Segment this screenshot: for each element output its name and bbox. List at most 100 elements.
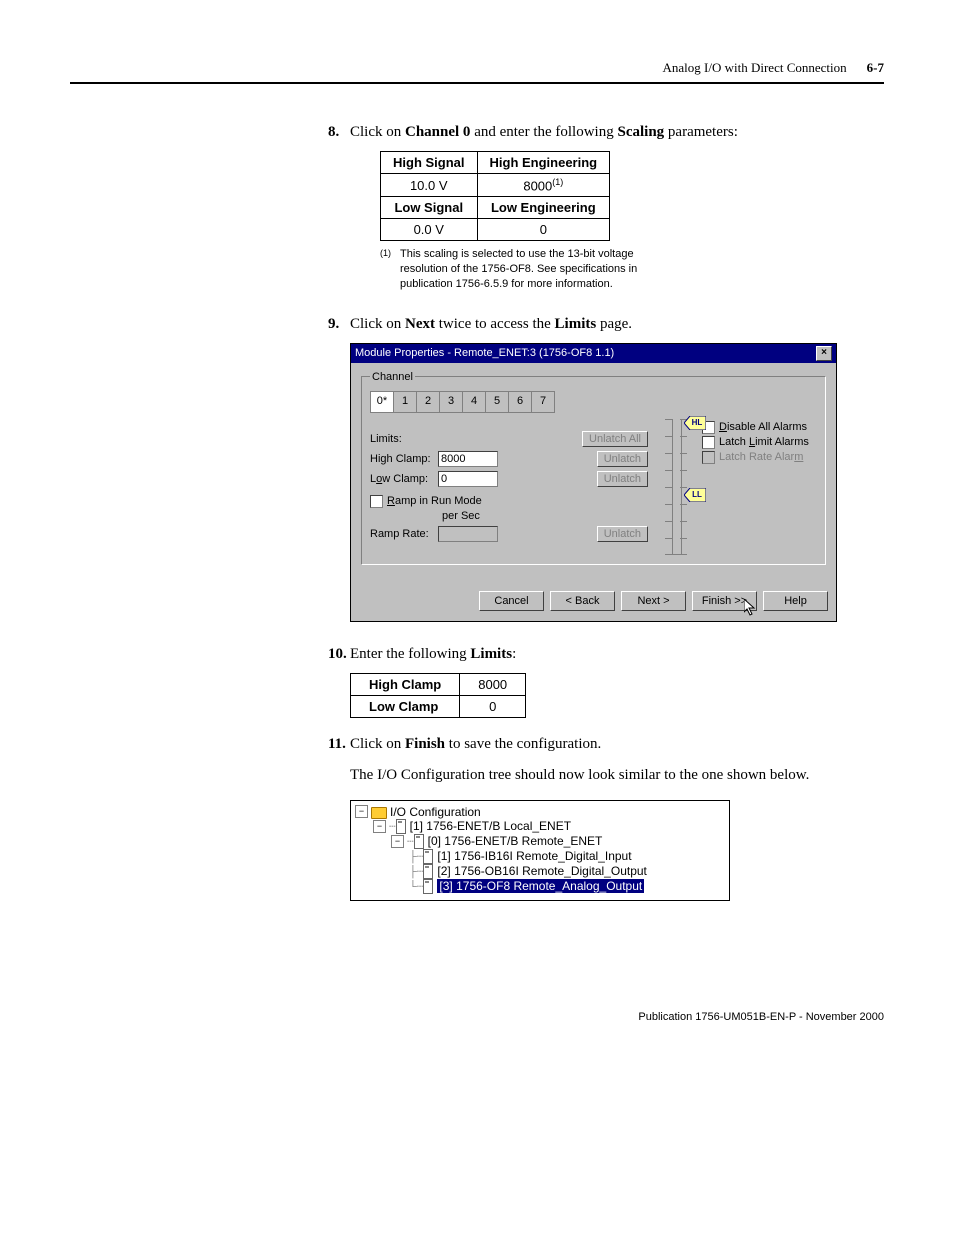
tree-connector-icon: ┄: [389, 820, 396, 833]
tree-node-remote-enet[interactable]: − ┄ [0] 1756-ENET/B Remote_ENET: [355, 834, 725, 849]
content: 8. Click on Channel 0 and enter the foll…: [350, 124, 884, 901]
td-low-signal: 0.0 V: [381, 219, 478, 241]
th-low-clamp: Low Clamp: [351, 695, 460, 717]
tree-root[interactable]: − I/O Configuration: [355, 805, 725, 819]
header-title: Analog I/O with Direct Connection: [663, 60, 847, 76]
channel-tab-6[interactable]: 6: [509, 392, 532, 412]
scaling-table: High Signal High Engineering 10.0 V 8000…: [380, 151, 610, 241]
module-icon: [396, 819, 406, 834]
limits-table: High Clamp 8000 Low Clamp 0: [350, 673, 526, 718]
close-icon[interactable]: ×: [816, 346, 832, 361]
unlatch-all-button[interactable]: Unlatch All: [582, 431, 648, 447]
next-button[interactable]: Next >: [621, 591, 686, 611]
checkbox-icon: [370, 495, 383, 508]
low-clamp-input[interactable]: [438, 471, 498, 487]
folder-icon: [371, 807, 387, 819]
per-sec-label: per Sec: [442, 510, 648, 522]
back-button[interactable]: < Back: [550, 591, 615, 611]
channel-tab-5[interactable]: 5: [486, 392, 509, 412]
module-icon: [423, 849, 433, 864]
dialog-screenshot: Module Properties - Remote_ENET:3 (1756-…: [350, 343, 884, 622]
footnote-num: (1): [380, 247, 400, 292]
module-icon: [423, 879, 433, 894]
td-low-clamp-val: 0: [460, 695, 526, 717]
td-high-signal: 10.0 V: [381, 174, 478, 197]
td-low-eng: 0: [477, 219, 610, 241]
io-config-tree: − I/O Configuration − ┄ [1] 1756-ENET/B …: [350, 800, 730, 901]
ll-marker[interactable]: LL: [686, 489, 704, 501]
footnote: (1) This scaling is selected to use the …: [380, 247, 650, 292]
channel-tabs-row: 0* 1 2 3 4 5 6 7: [370, 391, 817, 413]
finish-button[interactable]: Finish >>: [692, 591, 757, 611]
unlatch-button-rate[interactable]: Unlatch: [597, 526, 648, 542]
limits-left: Limits: Unlatch All High Clamp: Unlatch: [370, 419, 648, 554]
tree-node-digital-input[interactable]: ├┄ [1] 1756-IB16I Remote_Digital_Input: [355, 849, 725, 864]
tree-node-local-enet[interactable]: − ┄ [1] 1756-ENET/B Local_ENET: [355, 819, 725, 834]
tree-connector-icon: └┄: [409, 880, 423, 893]
step-9: 9. Click on Next twice to access the Lim…: [328, 316, 884, 333]
limits-area: Limits: Unlatch All High Clamp: Unlatch: [370, 419, 817, 554]
dialog-title: Module Properties - Remote_ENET:3 (1756-…: [355, 347, 614, 359]
td-high-clamp-val: 8000: [460, 673, 526, 695]
step-text: Click on Finish to save the configuratio…: [350, 736, 884, 753]
unlatch-button-high[interactable]: Unlatch: [597, 451, 648, 467]
channel-tab-4[interactable]: 4: [463, 392, 486, 412]
page-header: Analog I/O with Direct Connection 6-7: [70, 60, 884, 84]
footnote-text: This scaling is selected to use the 13-b…: [400, 247, 650, 292]
th-high-clamp: High Clamp: [351, 673, 460, 695]
step-number: 11.: [328, 736, 350, 753]
footer: Publication 1756-UM051B-EN-P - November …: [70, 1011, 884, 1023]
checkbox-icon: [702, 436, 715, 449]
step-number: 10.: [328, 646, 350, 663]
unlatch-button-low[interactable]: Unlatch: [597, 471, 648, 487]
step-number: 8.: [328, 124, 350, 141]
channel-tab-3[interactable]: 3: [440, 392, 463, 412]
step-10: 10. Enter the following Limits:: [328, 646, 884, 663]
step-number: 9.: [328, 316, 350, 333]
module-properties-dialog: Module Properties - Remote_ENET:3 (1756-…: [350, 343, 837, 622]
hl-marker[interactable]: HL: [686, 417, 704, 429]
alarm-column: Disable All Alarms Latch Limit Alarms La…: [702, 419, 817, 554]
limits-label: Limits:: [370, 433, 438, 445]
channel-group: Channel 0* 1 2 3 4 5 6 7: [361, 371, 826, 565]
step-text: Click on Next twice to access the Limits…: [350, 316, 884, 333]
channel-legend: Channel: [370, 371, 415, 383]
step-text: Enter the following Limits:: [350, 646, 884, 663]
disable-all-alarms-checkbox[interactable]: Disable All Alarms: [702, 421, 817, 434]
th-high-eng: High Engineering: [477, 152, 610, 174]
gauge: HL LL: [660, 419, 690, 554]
titlebar: Module Properties - Remote_ENET:3 (1756-…: [351, 344, 836, 363]
dialog-body: Channel 0* 1 2 3 4 5 6 7: [351, 363, 836, 585]
tree-node-analog-output[interactable]: └┄ [3] 1756-OF8 Remote_Analog_Output: [355, 879, 725, 894]
tree-connector-icon: ├┄: [409, 865, 423, 878]
channel-tab-7[interactable]: 7: [532, 392, 555, 412]
checkbox-icon: [702, 451, 715, 464]
module-icon: [423, 864, 433, 879]
tree-node-digital-output[interactable]: ├┄ [2] 1756-OB16I Remote_Digital_Output: [355, 864, 725, 879]
ramp-run-checkbox[interactable]: Ramp in Run Mode: [370, 495, 648, 508]
tree-intro: The I/O Configuration tree should now lo…: [350, 765, 884, 786]
ramp-rate-label: Ramp Rate:: [370, 528, 438, 540]
channel-tab-1[interactable]: 1: [394, 392, 417, 412]
th-high-signal: High Signal: [381, 152, 478, 174]
collapse-icon[interactable]: −: [373, 820, 386, 833]
step-11: 11. Click on Finish to save the configur…: [328, 736, 884, 753]
page: Analog I/O with Direct Connection 6-7 8.…: [0, 0, 954, 1063]
th-low-signal: Low Signal: [381, 197, 478, 219]
high-clamp-input[interactable]: [438, 451, 498, 467]
module-icon: [414, 834, 424, 849]
collapse-icon[interactable]: −: [391, 835, 404, 848]
header-page: 6-7: [867, 60, 884, 76]
channel-tab-0[interactable]: 0*: [371, 392, 394, 412]
cancel-button[interactable]: Cancel: [479, 591, 544, 611]
high-clamp-label: High Clamp:: [370, 453, 438, 465]
step-8: 8. Click on Channel 0 and enter the foll…: [328, 124, 884, 141]
cursor-icon: [744, 599, 758, 620]
ramp-rate-input[interactable]: [438, 526, 498, 542]
latch-limit-alarms-checkbox[interactable]: Latch Limit Alarms: [702, 436, 817, 449]
tree-connector-icon: ┄: [407, 835, 414, 848]
help-button[interactable]: Help: [763, 591, 828, 611]
collapse-icon[interactable]: −: [355, 805, 368, 818]
tree-connector-icon: ├┄: [409, 850, 423, 863]
channel-tab-2[interactable]: 2: [417, 392, 440, 412]
